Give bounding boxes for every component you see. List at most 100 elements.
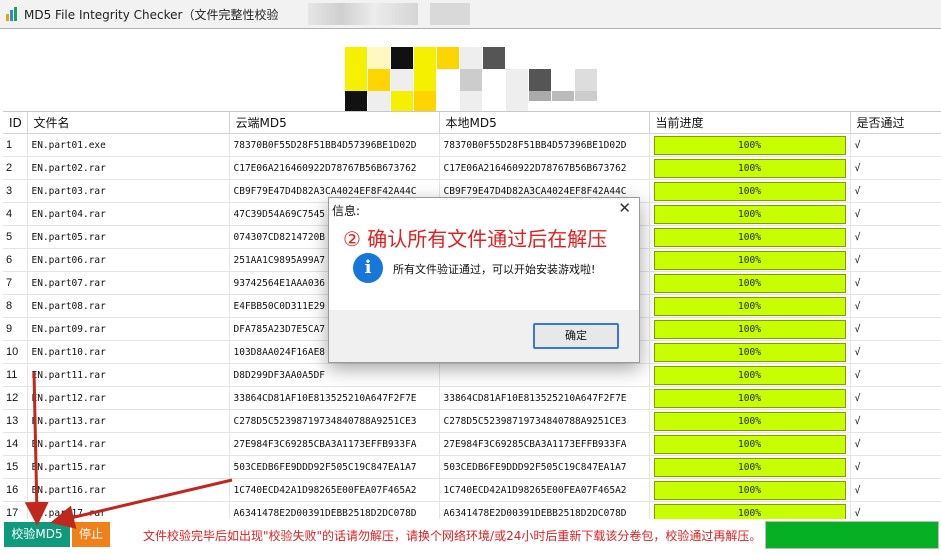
table-row[interactable]: 11 EN.part11.rar D8D299DF3AA0A5DF 100% √ xyxy=(3,363,941,387)
row-id: 9 xyxy=(3,317,28,341)
info-icon: i xyxy=(353,253,383,283)
header-cloud-md5[interactable]: 云端MD5 xyxy=(229,112,440,134)
dialog-message: 所有文件验证通过，可以开始安装游戏啦! xyxy=(393,263,596,276)
row-id: 11 xyxy=(3,363,28,387)
row-progress-bar: 100% xyxy=(653,503,846,520)
row-pass-status: √ xyxy=(850,179,941,203)
row-pass-status: √ xyxy=(850,294,941,318)
row-id: 5 xyxy=(3,225,28,249)
header-pass[interactable]: 是否通过 xyxy=(850,112,941,134)
table-row[interactable]: 14 EN.part14.rar 27E984F3C69285CBA3A1173EF… xyxy=(3,432,941,456)
row-id: 17 xyxy=(3,501,28,520)
header-progress[interactable]: 当前进度 xyxy=(649,112,851,134)
header-id[interactable]: ID xyxy=(3,112,28,134)
row-filename: EN.part10.rar xyxy=(27,340,230,364)
row-progress-bar: 100% xyxy=(653,204,846,224)
info-dialog: 信息: ✕ ② 确认所有文件通过后在解压 i 所有文件验证通过，可以开始安装游戏… xyxy=(328,197,640,363)
row-id: 1 xyxy=(3,133,28,157)
row-progress-cell: 100% xyxy=(649,156,851,180)
row-cloud-md5: C278D5C52398719734840788A9251CE3 xyxy=(229,409,440,433)
table-row[interactable]: 2 EN.part02.rar C17E06A216460922D78767B56B… xyxy=(3,156,941,180)
row-pass-status: √ xyxy=(850,409,941,433)
table-row[interactable]: 15 EN.part15.rar 503CEDB6FE9DDD92F505C19C8… xyxy=(3,455,941,479)
row-progress-bar: 100% xyxy=(653,158,846,178)
table-header-row: ID 文件名 云端MD5 本地MD5 当前进度 是否通过 xyxy=(3,112,941,134)
row-pass-status: √ xyxy=(850,317,941,341)
row-filename: EN.part09.rar xyxy=(27,317,230,341)
row-filename: EN.part06.rar xyxy=(27,248,230,272)
title-bar: MD5 File Integrity Checker（文件完整性校验 xyxy=(0,0,941,28)
row-pass-status: √ xyxy=(850,363,941,387)
row-filename: EN.part05.rar xyxy=(27,225,230,249)
row-filename: EN.part11.rar xyxy=(27,363,230,387)
row-pass-status: √ xyxy=(850,202,941,226)
row-cloud-md5: 503CEDB6FE9DDD92F505C19C847EA1A7 xyxy=(229,455,440,479)
row-id: 10 xyxy=(3,340,28,364)
row-progress-cell: 100% xyxy=(649,179,851,203)
row-local-md5: 1C740ECD42A1D98265E00FEA07F465A2 xyxy=(439,478,650,502)
row-id: 8 xyxy=(3,294,28,318)
row-local-md5: C278D5C52398719734840788A9251CE3 xyxy=(439,409,650,433)
row-id: 6 xyxy=(3,248,28,272)
row-progress-cell: 100% xyxy=(649,409,851,433)
table-row[interactable]: 16 EN.part16.rar 1C740ECD42A1D98265E00FEA0… xyxy=(3,478,941,502)
table-row[interactable]: 1 EN.part01.exe 78370B0F55D28F51BB4D57396B… xyxy=(3,133,941,157)
table-row[interactable]: 13 EN.part13.rar C278D5C52398719734840788A… xyxy=(3,409,941,433)
row-progress-bar: 100% xyxy=(653,434,846,454)
row-local-md5: C17E06A216460922D78767B56B673762 xyxy=(439,156,650,180)
blurred-title-region xyxy=(308,3,418,25)
row-pass-status: √ xyxy=(850,455,941,479)
row-progress-bar: 100% xyxy=(653,273,846,293)
row-id: 12 xyxy=(3,386,28,410)
row-pass-status: √ xyxy=(850,340,941,364)
row-local-md5: 27E984F3C69285CBA3A1173EFFB933FA xyxy=(439,432,650,456)
row-progress-cell: 100% xyxy=(649,317,851,341)
row-cloud-md5: 27E984F3C69285CBA3A1173EFFB933FA xyxy=(229,432,440,456)
ok-button[interactable]: 确定 xyxy=(533,323,619,349)
header-local-md5[interactable]: 本地MD5 xyxy=(439,112,650,134)
row-local-md5: 33864CD81AF10E813525210A647F2F7E xyxy=(439,386,650,410)
row-pass-status: √ xyxy=(850,225,941,249)
row-progress-cell: 100% xyxy=(649,478,851,502)
row-progress-cell: 100% xyxy=(649,501,851,520)
row-progress-bar: 100% xyxy=(653,250,846,270)
row-filename: EN.part03.rar xyxy=(27,179,230,203)
row-filename: EN.part14.rar xyxy=(27,432,230,456)
row-cloud-md5: A6341478E2D00391DEBB2518D2DC078D xyxy=(229,501,440,520)
row-progress-cell: 100% xyxy=(649,271,851,295)
row-cloud-md5: D8D299DF3AA0A5DF xyxy=(229,363,440,387)
stop-button[interactable]: 停止 xyxy=(72,522,110,547)
row-progress-cell: 100% xyxy=(649,294,851,318)
row-progress-bar: 100% xyxy=(653,411,846,431)
row-progress-bar: 100% xyxy=(653,388,846,408)
close-icon[interactable]: ✕ xyxy=(618,199,631,217)
row-pass-status: √ xyxy=(850,271,941,295)
verify-md5-button[interactable]: 校验MD5 xyxy=(4,522,70,547)
bottom-bar: 校验MD5 停止 文件校验完毕后如出现"校验失败"的话请勿解压，请换个网络环境/… xyxy=(0,519,941,554)
row-progress-cell: 100% xyxy=(649,202,851,226)
row-progress-bar: 100% xyxy=(653,319,846,339)
row-progress-bar: 100% xyxy=(653,227,846,247)
row-pass-status: √ xyxy=(850,501,941,520)
notice-text: 文件校验完毕后如出现"校验失败"的话请勿解压，请换个网络环境/或24小时后重新下… xyxy=(143,529,762,543)
row-pass-status: √ xyxy=(850,248,941,272)
table-row[interactable]: 12 EN.part12.rar 33864CD81AF10E813525210A6… xyxy=(3,386,941,410)
row-cloud-md5: C17E06A216460922D78767B56B673762 xyxy=(229,156,440,180)
row-progress-bar: 100% xyxy=(653,457,846,477)
row-local-md5: 503CEDB6FE9DDD92F505C19C847EA1A7 xyxy=(439,455,650,479)
row-progress-cell: 100% xyxy=(649,432,851,456)
row-id: 14 xyxy=(3,432,28,456)
row-progress-bar: 100% xyxy=(653,480,846,500)
table-row[interactable]: 17 EN.part17.rar A6341478E2D00391DEBB2518D… xyxy=(3,501,941,520)
header-filename[interactable]: 文件名 xyxy=(27,112,230,134)
row-pass-status: √ xyxy=(850,133,941,157)
row-progress-bar: 100% xyxy=(653,342,846,362)
row-local-md5: A6341478E2D00391DEBB2518D2DC078D xyxy=(439,501,650,520)
row-pass-status: √ xyxy=(850,156,941,180)
row-filename: EN.part15.rar xyxy=(27,455,230,479)
row-filename: EN.part13.rar xyxy=(27,409,230,433)
row-progress-bar: 100% xyxy=(653,181,846,201)
row-pass-status: √ xyxy=(850,432,941,456)
annotation-text: ② 确认所有文件通过后在解压 xyxy=(343,227,608,251)
row-id: 15 xyxy=(3,455,28,479)
